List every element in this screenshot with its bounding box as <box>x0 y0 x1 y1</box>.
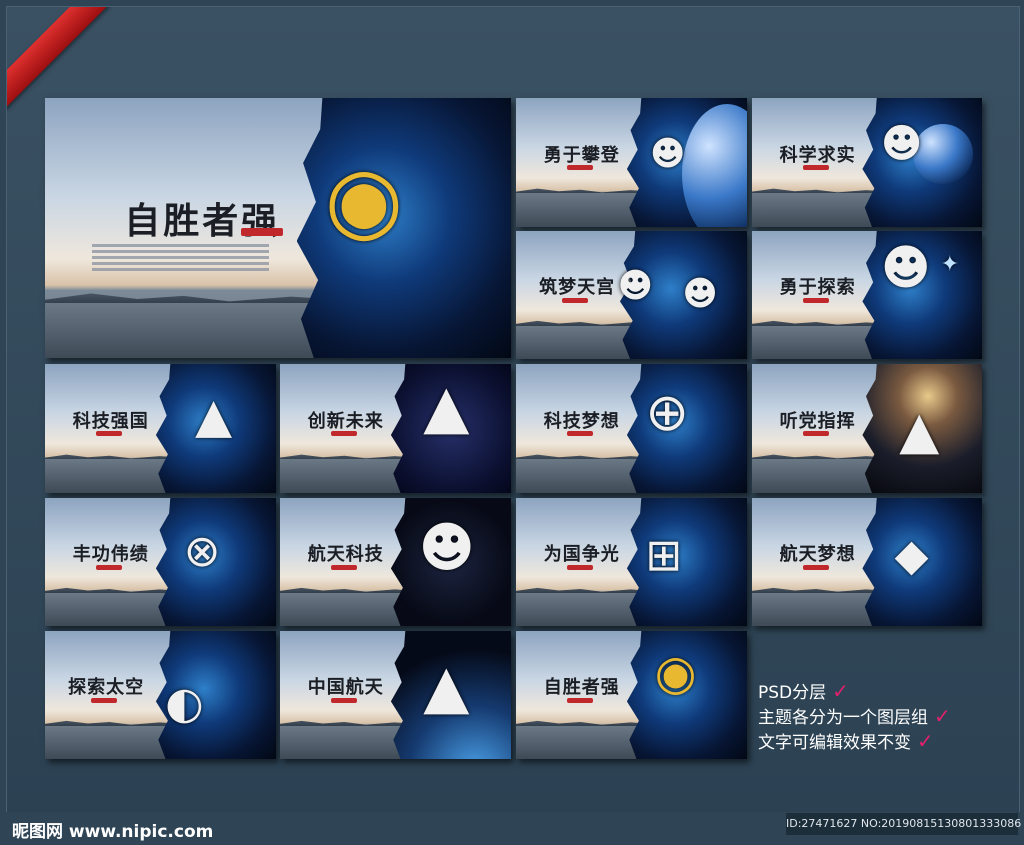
card-seal <box>566 431 593 437</box>
card-seal <box>562 297 589 303</box>
card-seal <box>802 165 829 171</box>
card-title: 科技梦想 <box>543 410 620 432</box>
shuttle-icon: ▲ <box>899 401 940 462</box>
feature-text: PSD分层 <box>758 683 827 703</box>
card-15[interactable]: ▲ 中国航天 <box>280 631 511 759</box>
satellite-dish-icon: ◐ <box>165 678 204 730</box>
card-8[interactable]: ⊕ 科技梦想 <box>516 364 747 493</box>
card-title: 丰功伟绩 <box>72 544 149 566</box>
card-10[interactable]: ⊗ 丰功伟绩 <box>45 498 276 626</box>
card-11[interactable]: ☻ 航天科技 <box>280 498 511 626</box>
check-icon: ✓ <box>917 729 934 753</box>
card-5[interactable]: ☻ ✦ 勇于探索 <box>752 231 982 359</box>
card-4[interactable]: ☻ ☻ 筑梦天宫 <box>516 231 747 359</box>
satellite-icon: ◉ <box>324 147 404 253</box>
card-9[interactable]: ▲ 听党指挥 <box>752 364 982 493</box>
image-id-label: ID:27471627 NO:20190815130801333086 <box>786 813 1021 835</box>
feature-item: 主题各分为一个图层组 ✓ <box>758 705 951 730</box>
check-icon: ✓ <box>832 679 849 703</box>
satellite-icon: ⊕ <box>645 383 689 444</box>
astronaut-icon: ☻ <box>682 274 718 315</box>
card-seal <box>330 431 357 437</box>
feature-list: PSD分层 ✓ 主题各分为一个图层组 ✓ 文字可编辑效果不变 ✓ <box>758 680 951 755</box>
rocket-icon: ▲ <box>423 371 470 442</box>
astronaut-icon: ☻ <box>617 266 654 307</box>
card-14[interactable]: ◐ 探索太空 <box>45 631 276 759</box>
card-title: 自胜者强 <box>543 677 620 699</box>
card-2[interactable]: ☻ 勇于攀登 <box>516 98 747 227</box>
card-title: 勇于探索 <box>779 277 856 299</box>
card-title: 筑梦天宫 <box>539 277 616 299</box>
card-seal <box>91 697 118 703</box>
card-seal <box>802 564 829 570</box>
card-text-lines <box>91 241 269 274</box>
card-12[interactable]: ⊞ 为国争光 <box>516 498 747 626</box>
card-seal <box>95 431 122 437</box>
card-title: 听党指挥 <box>779 410 856 432</box>
card-13[interactable]: ◆ 航天梦想 <box>752 498 982 626</box>
card-seal <box>566 697 593 703</box>
card-7[interactable]: ▲ 创新未来 <box>280 364 511 493</box>
card-title: 勇于攀登 <box>543 144 620 166</box>
card-seal <box>240 228 283 236</box>
card-title: 科技强国 <box>72 410 149 432</box>
card-title: 为国争光 <box>543 544 620 566</box>
feature-item: 文字可编辑效果不变 ✓ <box>758 730 951 755</box>
feature-text: 文字可编辑效果不变 <box>758 733 911 753</box>
card-seal <box>330 564 357 570</box>
feature-text: 主题各分为一个图层组 <box>758 708 928 728</box>
astronaut-icon: ☻ <box>418 516 475 580</box>
card-3[interactable]: ☻ 科学求实 <box>752 98 982 227</box>
card-seal <box>802 297 829 303</box>
card-title: 航天梦想 <box>779 544 856 566</box>
card-seal <box>330 697 357 703</box>
card-seal <box>566 165 593 171</box>
feature-item: PSD分层 ✓ <box>758 680 951 705</box>
astronaut-icon: ☻ <box>880 239 931 296</box>
rocket-launch-icon: ▲ <box>423 651 470 722</box>
check-icon: ✓ <box>934 704 951 728</box>
card-seal <box>95 564 122 570</box>
card-title: 中国航天 <box>307 677 384 699</box>
card-6[interactable]: ▲ 科技强国 <box>45 364 276 493</box>
card-title: 探索太空 <box>68 677 145 699</box>
satellite-icon: ⊗ <box>183 526 221 577</box>
space-station-icon: ⊞ <box>645 529 683 581</box>
card-title: 创新未来 <box>307 410 384 432</box>
card-16[interactable]: ◉ 自胜者强 <box>516 631 747 759</box>
card-seal <box>802 431 829 437</box>
satellite-icon: ◉ <box>654 644 697 701</box>
spacecraft-icon: ◆ <box>894 529 929 581</box>
astronaut-icon: ☻ <box>880 120 923 167</box>
site-logo[interactable]: 昵图网 www.nipic.com <box>12 817 213 842</box>
card-title: 科学求实 <box>779 144 856 166</box>
star-glow-icon: ✦ <box>940 252 960 278</box>
card-feature[interactable]: ◉ 自胜者强 <box>45 98 511 358</box>
rocket-launch-icon: ▲ <box>195 388 233 445</box>
astronaut-icon: ☻ <box>649 133 686 174</box>
card-title: 航天科技 <box>307 544 384 566</box>
card-seal <box>566 564 593 570</box>
